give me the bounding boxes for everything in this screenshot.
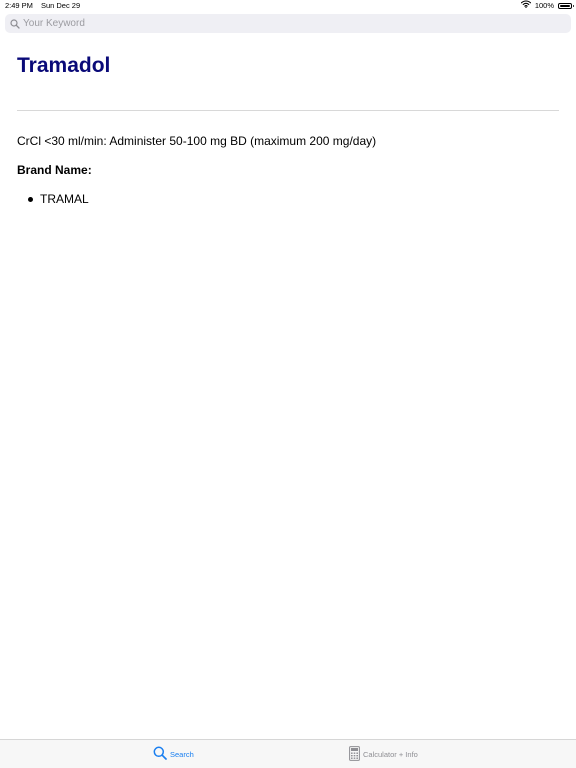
status-bar: 2:49 PM Sun Dec 29 100% <box>0 0 576 12</box>
title-divider <box>17 110 559 111</box>
brand-list: TRAMAL <box>17 192 89 206</box>
search-icon <box>153 746 167 762</box>
search-icon <box>9 18 21 30</box>
status-time: 2:49 PM <box>5 1 33 10</box>
status-right: 100% <box>520 0 574 12</box>
wifi-icon <box>520 0 531 12</box>
tab-search-label: Search <box>170 749 194 759</box>
list-item: TRAMAL <box>17 192 89 206</box>
tab-search[interactable]: Search <box>153 740 194 768</box>
brand-name-heading: Brand Name: <box>17 163 92 177</box>
tab-bar: Search Calculator + Info <box>0 739 576 768</box>
dosage-text: CrCl <30 ml/min: Administer 50-100 mg BD… <box>17 134 377 148</box>
status-date: Sun Dec 29 <box>40 1 81 10</box>
calculator-icon <box>349 745 360 763</box>
tab-calculator-label: Calculator + Info <box>363 749 418 759</box>
battery-icon <box>558 3 574 9</box>
status-left: 2:49 PM Sun Dec 29 <box>5 0 80 12</box>
battery-percent: 100% <box>534 1 554 10</box>
search-bar[interactable] <box>5 14 571 33</box>
battery-fill <box>560 5 570 7</box>
search-input[interactable] <box>23 18 563 29</box>
tab-calculator-info[interactable]: Calculator + Info <box>349 740 418 768</box>
page-title: Tramadol <box>17 54 111 77</box>
